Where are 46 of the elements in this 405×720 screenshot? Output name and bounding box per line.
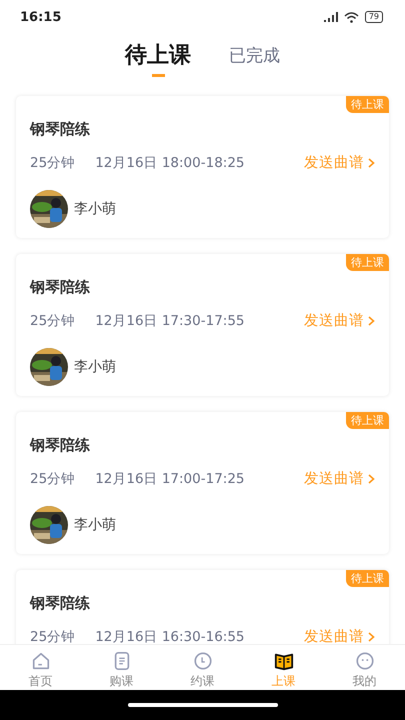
send-score-link[interactable]: 发送曲谱: [304, 311, 375, 330]
nav-tab[interactable]: 上课: [243, 645, 324, 690]
lesson-title: 钢琴陪练: [30, 436, 91, 455]
tab[interactable]: 待上课: [125, 40, 191, 77]
nav-tab[interactable]: 首页: [0, 645, 81, 690]
student-name: 李小萌: [74, 358, 116, 376]
signal-icon: [324, 12, 338, 22]
lesson-time: 12月16日 17:00-17:25: [95, 470, 246, 488]
lesson-card[interactable]: 待上课 钢琴陪练 25分钟 12月16日 17:00-17:25 发送曲谱 李小萌: [16, 412, 389, 554]
send-score-link[interactable]: 发送曲谱: [304, 469, 375, 488]
lesson-title: 钢琴陪练: [30, 120, 91, 139]
face-icon: [354, 651, 376, 671]
status-time: 16:15: [20, 10, 62, 24]
send-score-link[interactable]: 发送曲谱: [304, 153, 375, 172]
book-icon: [272, 651, 294, 671]
battery-level: 79: [364, 11, 383, 23]
clock-icon: [192, 651, 214, 671]
lesson-time: 12月16日 16:30-16:55: [95, 628, 246, 644]
lesson-title: 钢琴陪练: [30, 278, 91, 297]
lesson-duration: 25分钟: [30, 312, 76, 330]
lesson-card[interactable]: 待上课 钢琴陪练 25分钟 12月16日 18:00-18:25 发送曲谱 李小萌: [16, 96, 389, 238]
lesson-time: 12月16日 18:00-18:25: [95, 154, 246, 172]
student-name: 李小萌: [74, 516, 116, 534]
lesson-duration: 25分钟: [30, 470, 76, 488]
status-badge: 待上课: [346, 412, 389, 429]
status-badge: 待上课: [346, 254, 389, 271]
lesson-title: 钢琴陪练: [30, 594, 91, 613]
student-name: 李小萌: [74, 200, 116, 218]
lesson-card[interactable]: 待上课 钢琴陪练 25分钟 12月16日 16:30-16:55 发送曲谱: [16, 570, 389, 644]
status-badge: 待上课: [346, 570, 389, 587]
lesson-card[interactable]: 待上课 钢琴陪练 25分钟 12月16日 17:30-17:55 发送曲谱 李小萌: [16, 254, 389, 396]
send-score-link[interactable]: 发送曲谱: [304, 627, 375, 644]
nav-tab[interactable]: 约课: [162, 645, 243, 690]
lesson-duration: 25分钟: [30, 154, 76, 172]
lesson-duration: 25分钟: [30, 628, 76, 644]
chevron-icon: [368, 158, 375, 168]
nav-tab[interactable]: 我的: [324, 645, 405, 690]
tab[interactable]: 已完成: [229, 44, 280, 74]
nav-tab[interactable]: 购课: [81, 645, 162, 690]
chevron-icon: [368, 316, 375, 326]
chevron-icon: [368, 474, 375, 484]
lesson-time: 12月16日 17:30-17:55: [95, 312, 246, 330]
home-indicator[interactable]: [128, 703, 278, 707]
chevron-icon: [368, 632, 375, 642]
wifi-icon: [344, 12, 359, 22]
status-badge: 待上课: [346, 96, 389, 113]
